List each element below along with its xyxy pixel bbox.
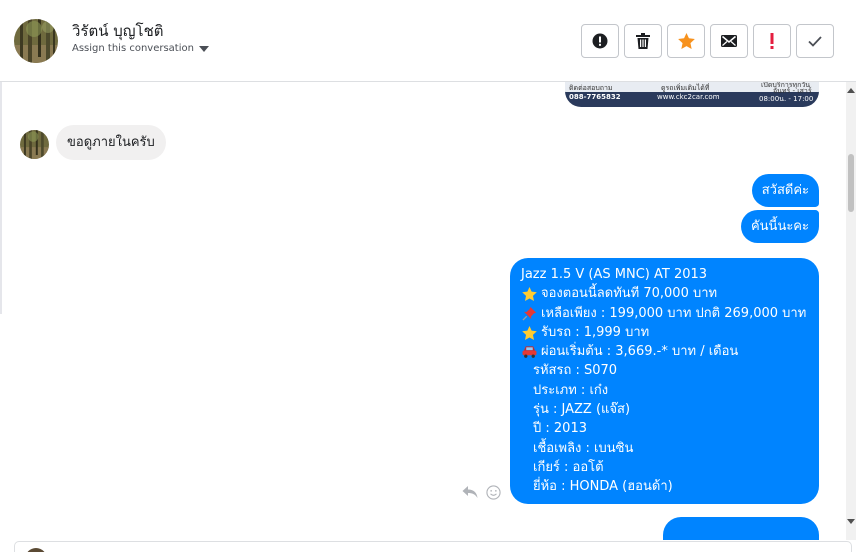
star-button[interactable] xyxy=(667,24,705,58)
contact-name: วิรัตน์ บุญโชติ xyxy=(72,22,164,40)
car-details-message[interactable]: Jazz 1.5 V (AS MNC) AT 2013 จองตอนนี้ลดท… xyxy=(510,258,819,504)
outgoing-message[interactable]: สวัสดีค่ะ xyxy=(751,174,819,207)
reply-icon xyxy=(462,486,478,498)
assign-conversation-dropdown[interactable]: Assign this conversation xyxy=(72,43,209,54)
exclamation-icon xyxy=(770,33,774,49)
conversation-header: วิรัตน์ บุญโชติ Assign this conversation xyxy=(0,0,856,82)
details-brand: ยี่ห้อ : HONDA (ฮอนด้า) xyxy=(533,479,673,495)
outgoing-message[interactable]: คันนี้นะคะ xyxy=(740,210,819,243)
contact-avatar[interactable] xyxy=(14,19,58,63)
incoming-message[interactable]: ขอดูภายในครับ xyxy=(56,125,166,160)
details-installment-text: ผ่อนเริ่มต้น : 3,669.-* บาท / เดือน xyxy=(541,344,739,360)
image-url-text: www.ckc2car.com xyxy=(657,93,720,101)
alert-circle-icon xyxy=(592,33,608,49)
delete-button[interactable] xyxy=(624,24,662,58)
details-type: ประเภท : เก๋ง xyxy=(533,382,609,398)
assign-label: Assign this conversation xyxy=(72,43,194,54)
star-icon xyxy=(677,33,695,49)
details-price-text: เหลือเพียง : 199,000 บาท ปกติ 269,000 บา… xyxy=(541,305,807,321)
smiley-icon xyxy=(485,484,501,500)
shared-image-attachment[interactable]: ติดต่อสอบถาม 088-7765832 ดูรถเพิ่มเติมได… xyxy=(565,82,819,107)
details-fuel: เชื้อเพลิง : เบนซิน xyxy=(533,440,634,456)
details-title: Jazz 1.5 V (AS MNC) AT 2013 xyxy=(521,267,708,282)
details-model: รุ่น : JAZZ (แจ๊ส) xyxy=(533,402,631,418)
conversation-toolbar xyxy=(581,24,834,58)
details-line-booking: จองตอนนี้ลดทันที 70,000 บาท xyxy=(521,284,809,303)
check-icon xyxy=(808,35,822,47)
message-actions xyxy=(461,483,507,501)
details-line-price: เหลือเพียง : 199,000 บาท ปกติ 269,000 บา… xyxy=(521,304,809,323)
star-emoji-icon xyxy=(521,325,537,341)
star-emoji-icon xyxy=(521,286,537,302)
details-gear: เกียร์ : ออโต้ xyxy=(533,459,604,475)
outgoing-message-partial[interactable] xyxy=(663,517,819,540)
chat-scrollbar[interactable] xyxy=(846,82,856,540)
scroll-down-arrow-icon[interactable] xyxy=(847,519,855,524)
scroll-up-arrow-icon[interactable] xyxy=(847,88,855,93)
mark-unread-button[interactable] xyxy=(710,24,748,58)
spam-button[interactable] xyxy=(581,24,619,58)
details-code: รหัสรถ : S070 xyxy=(533,363,618,379)
message-composer[interactable] xyxy=(14,541,852,552)
message-thread[interactable]: ติดต่อสอบถาม 088-7765832 ดูรถเพิ่มเติมได… xyxy=(0,82,846,540)
scrollbar-thumb[interactable] xyxy=(848,154,854,212)
follow-up-button[interactable] xyxy=(753,24,791,58)
composer-avatar xyxy=(25,548,47,552)
details-year: ปี : 2013 xyxy=(533,421,587,437)
caret-down-icon xyxy=(198,45,209,52)
details-line-installment: ผ่อนเริ่มต้น : 3,669.-* บาท / เดือน xyxy=(521,342,809,361)
trash-icon xyxy=(636,33,650,49)
reply-button[interactable] xyxy=(461,483,479,501)
details-pickup-text: รับรถ : 1,999 บาท xyxy=(541,324,650,340)
sender-avatar[interactable] xyxy=(20,130,49,159)
react-button[interactable] xyxy=(484,483,502,501)
pin-emoji-icon xyxy=(521,305,537,321)
details-line-pickup: รับรถ : 1,999 บาท xyxy=(521,323,809,342)
image-hours-text: 08:00น. - 17:00 xyxy=(759,95,814,103)
envelope-icon xyxy=(721,35,737,47)
car-emoji-icon xyxy=(521,344,537,360)
details-booking-text: จองตอนนี้ลดทันที 70,000 บาท xyxy=(541,286,718,302)
image-phone-text: 088-7765832 xyxy=(569,93,621,101)
mark-done-button[interactable] xyxy=(796,24,834,58)
